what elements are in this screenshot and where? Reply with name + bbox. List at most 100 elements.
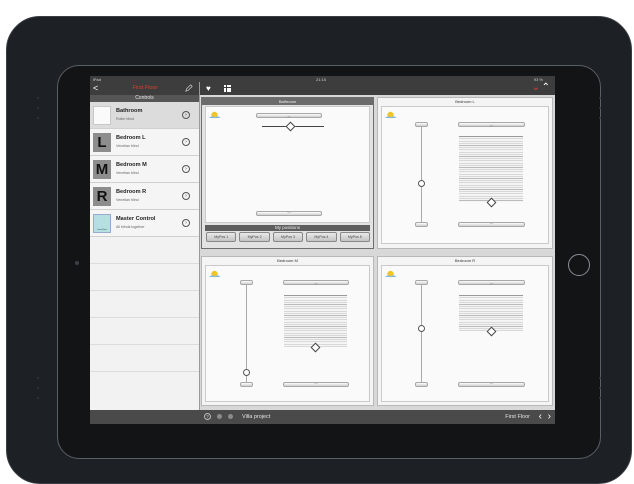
venetian-blind-view: ︿ ﹀ xyxy=(381,265,549,402)
sun-icon xyxy=(385,270,397,278)
speaker-dot xyxy=(37,97,39,99)
controls-section-label: Controls xyxy=(90,95,199,102)
blind-down-button[interactable]: ﹀ xyxy=(283,382,349,387)
sidebar-item-subtitle: Roller blind xyxy=(116,117,134,121)
floor-name: First Floor xyxy=(505,413,530,420)
empty-row xyxy=(90,237,199,264)
venetian-slats xyxy=(459,136,523,202)
empty-row xyxy=(90,345,199,372)
chevron-right-icon[interactable]: › xyxy=(182,111,190,119)
question-icon[interactable]: ? xyxy=(204,413,211,420)
heart-icon[interactable]: ♥ xyxy=(206,84,211,93)
page-dot[interactable] xyxy=(217,414,222,419)
venetian-blind-view: ︿ ﹀ xyxy=(381,106,549,244)
mypos-button[interactable]: MyPos 2 xyxy=(239,232,270,242)
panel-title: Bedroom R xyxy=(454,258,476,263)
sidebar-item-name: Bathroom xyxy=(116,108,143,114)
camera-dot xyxy=(75,261,79,265)
pencil-icon[interactable] xyxy=(185,84,193,92)
chevron-right-icon[interactable]: › xyxy=(548,411,551,422)
bedroom-l-panel[interactable]: Bedroom L ︿ ﹀ xyxy=(377,97,553,249)
mypos-button[interactable]: MyPos 3 xyxy=(272,232,304,242)
sidebar-item-name: Bedroom R xyxy=(116,189,147,195)
tilt-bottom-button[interactable] xyxy=(415,222,428,227)
speaker-dot xyxy=(37,387,39,389)
sidebar-item-bedroom-r[interactable]: R Bedroom R Venetian blind › xyxy=(90,183,199,210)
sidebar-item-subtitle: All blinds together xyxy=(116,225,145,229)
speaker-dot xyxy=(37,107,39,109)
mypos-button[interactable]: MyPos 4 xyxy=(306,232,337,242)
speaker-dot xyxy=(37,397,39,399)
bathroom-thumbnail xyxy=(93,106,111,125)
blind-up-button[interactable]: ︿ xyxy=(256,113,322,118)
empty-row xyxy=(90,318,199,345)
sidebar-item-bedroom-m[interactable]: M Bedroom M Venetian blind › xyxy=(90,156,199,183)
sidebar-item-name: Bedroom L xyxy=(116,135,146,141)
grid-icon[interactable] xyxy=(224,85,231,92)
chevron-right-icon[interactable]: › xyxy=(182,165,190,173)
thumbnail-caption: Control Panel xyxy=(97,230,107,231)
sun-icon xyxy=(209,111,221,119)
venetian-slats xyxy=(284,295,347,347)
panel-title: Bathroom xyxy=(202,98,373,105)
speaker-dot xyxy=(599,377,601,379)
speaker-dot xyxy=(599,397,601,399)
my-positions-title: My positions xyxy=(205,225,370,231)
tilt-bottom-button[interactable] xyxy=(240,382,253,387)
panel-title: Bedroom M xyxy=(277,258,298,263)
empty-row xyxy=(90,264,199,291)
sidebar: < First Floor Controls Bathroom Roller b… xyxy=(90,82,200,410)
mypos-button[interactable]: MyPos 1 xyxy=(206,232,237,242)
status-time: 21:15 xyxy=(316,76,327,82)
blind-up-button[interactable]: ︿ xyxy=(458,280,525,285)
speaker-dot xyxy=(599,387,601,389)
page-dot[interactable] xyxy=(228,414,233,419)
blind-down-button[interactable]: ﹀ xyxy=(458,222,525,227)
app-screen: iPad 21:15 93 % < First Floor Controls B… xyxy=(90,76,555,424)
sidebar-title: First Floor xyxy=(132,84,158,91)
tilt-handle[interactable] xyxy=(418,180,425,187)
blind-up-button[interactable]: ︿ xyxy=(458,122,525,127)
sidebar-item-subtitle: Venetian blind xyxy=(116,144,139,148)
empty-row xyxy=(90,291,199,318)
project-name: Villa project xyxy=(242,413,271,420)
bathroom-panel[interactable]: Bathroom ︿ ﹀ My positions MyPos 1 MyPos … xyxy=(201,97,374,249)
blind-up-button[interactable]: ︿ xyxy=(283,280,349,285)
chevron-down-icon[interactable]: ⌄ xyxy=(532,82,540,94)
speaker-dot xyxy=(599,107,601,109)
tilt-handle[interactable] xyxy=(418,325,425,332)
sidebar-header: < First Floor xyxy=(90,82,199,95)
chevron-right-icon[interactable]: › xyxy=(182,138,190,146)
blind-down-button[interactable]: ﹀ xyxy=(458,382,525,387)
content-header: ♥ ⌄ ⌃ xyxy=(200,82,555,95)
home-button[interactable] xyxy=(568,254,590,276)
sun-icon xyxy=(209,270,221,278)
bedroom-m-panel[interactable]: Bedroom M ︿ ﹀ xyxy=(201,256,374,406)
speaker-dot xyxy=(599,117,601,119)
sidebar-item-bathroom[interactable]: Bathroom Roller blind › xyxy=(90,102,199,129)
bedroom-r-thumbnail: R xyxy=(93,187,111,206)
sidebar-item-subtitle: Venetian blind xyxy=(116,198,139,202)
blind-position-handle[interactable] xyxy=(285,121,296,132)
bedroom-r-panel[interactable]: Bedroom R ︿ ﹀ xyxy=(377,256,553,406)
chevron-left-icon[interactable]: ‹ xyxy=(539,411,542,422)
status-battery: 93 % xyxy=(533,76,543,82)
blind-down-button[interactable]: ﹀ xyxy=(256,211,322,216)
sidebar-item-bedroom-l[interactable]: L Bedroom L Venetian blind › xyxy=(90,129,199,156)
sidebar-item-master-control[interactable]: Control Panel Master Control All blinds … xyxy=(90,210,199,237)
chevron-right-icon[interactable]: › xyxy=(182,192,190,200)
panel-title: Bedroom L xyxy=(455,99,475,104)
chevron-up-icon[interactable]: ⌃ xyxy=(542,82,550,94)
tilt-handle[interactable] xyxy=(243,369,250,376)
tilt-bottom-button[interactable] xyxy=(415,382,428,387)
speaker-dot xyxy=(37,117,39,119)
tilt-rail xyxy=(421,127,422,225)
my-positions-row: MyPos 1 MyPos 2 MyPos 3 MyPos 4 MyPos 5 xyxy=(206,232,371,242)
tilt-rail xyxy=(421,285,422,385)
bottom-bar: ? Villa project First Floor ‹ › xyxy=(90,410,555,424)
speaker-dot xyxy=(599,97,601,99)
master-control-thumbnail: Control Panel xyxy=(93,214,111,233)
chevron-right-icon[interactable]: › xyxy=(182,219,190,227)
sun-icon xyxy=(385,111,397,119)
mypos-button[interactable]: MyPos 5 xyxy=(339,232,371,242)
